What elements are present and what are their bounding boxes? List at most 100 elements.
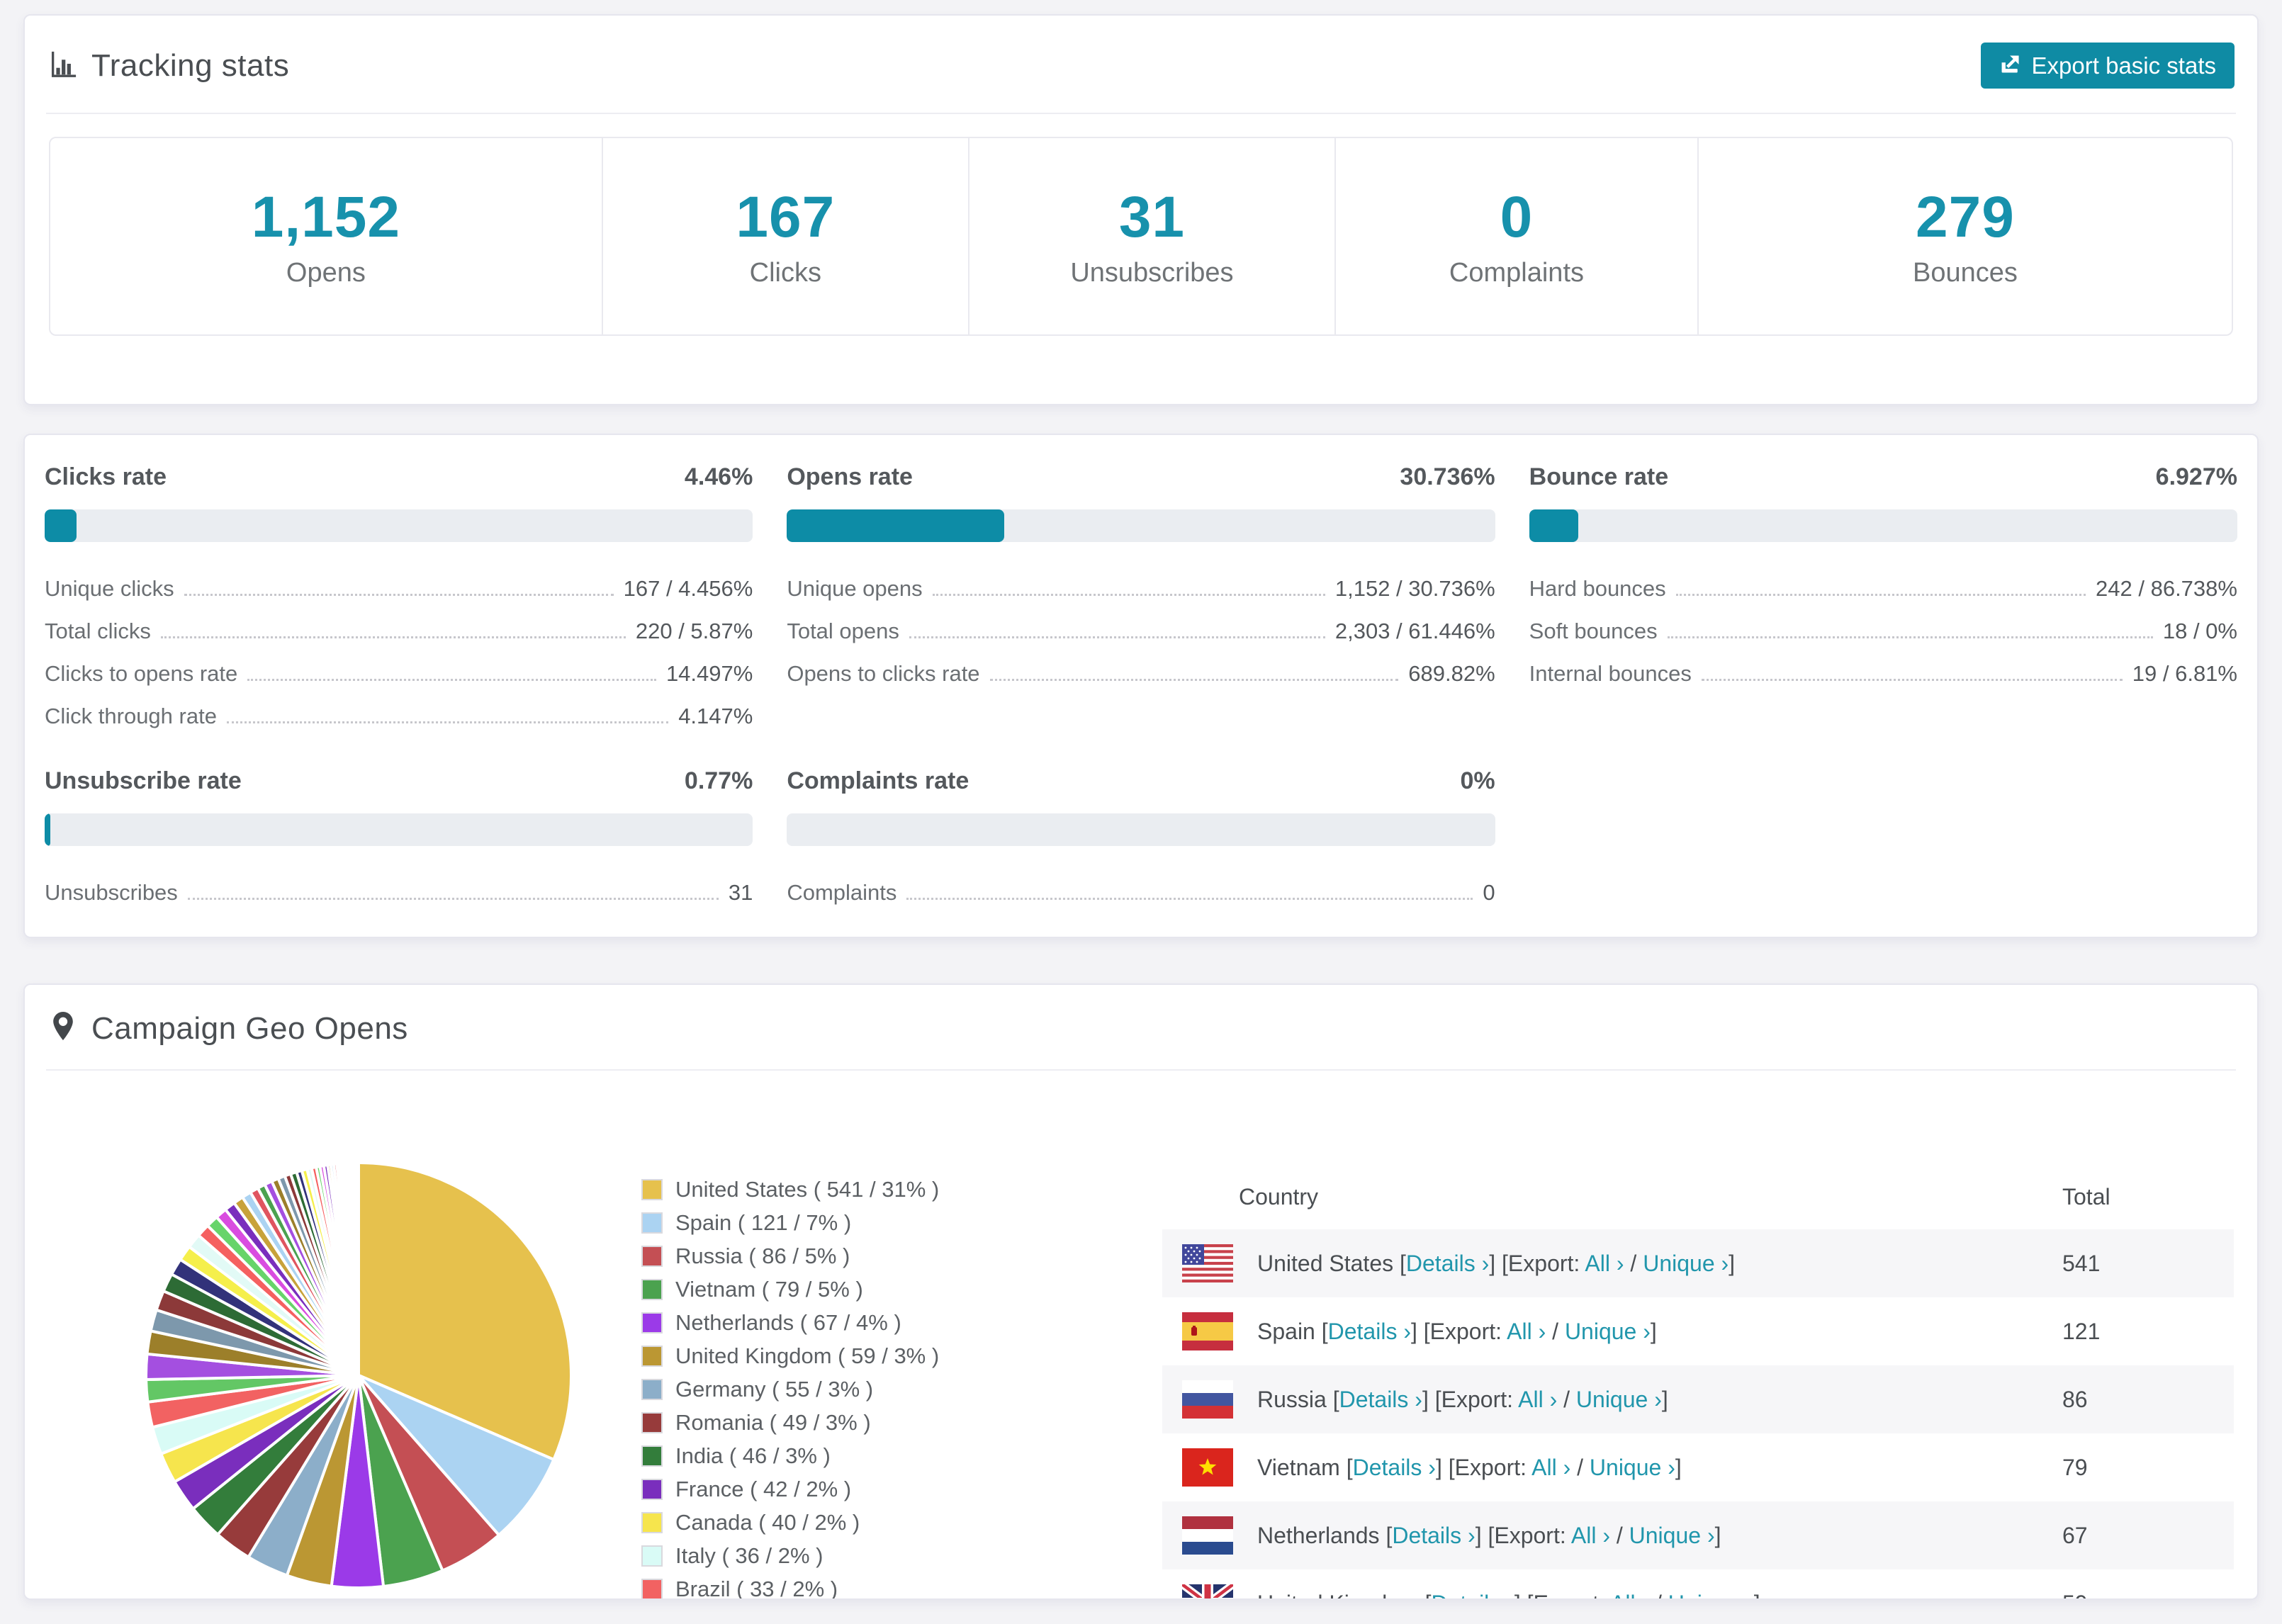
export-unique-link[interactable]: Unique ›: [1629, 1523, 1715, 1548]
list-item: Total opens 2,303 / 61.446%: [787, 619, 1495, 643]
legend-item: Vietnam ( 79 / 5% ): [641, 1277, 939, 1302]
total-value: 121: [2062, 1318, 2101, 1344]
legend-swatch: [641, 1312, 663, 1333]
total-value: 86: [2062, 1386, 2088, 1412]
legend-item: Romania ( 49 / 3% ): [641, 1410, 939, 1436]
geo-opens-pie-chart[interactable]: [125, 1141, 592, 1600]
legend-swatch: [641, 1445, 663, 1467]
list-item: Hard bounces 242 / 86.738%: [1529, 576, 2237, 601]
legend-item: Russia ( 86 / 5% ): [641, 1244, 939, 1269]
table-row: Vietnam [Details ›] [Export: All › / Uni…: [1162, 1433, 2234, 1501]
legend-item: Brazil ( 33 / 2% ): [641, 1577, 939, 1598]
tracking-stats-page: { "tracking": { "title": "Tracking stats…: [0, 0, 2282, 1624]
list-item: Unique opens 1,152 / 30.736%: [787, 576, 1495, 601]
country-name: United States: [1257, 1250, 1394, 1276]
export-unique-link[interactable]: Unique ›: [1590, 1455, 1675, 1480]
legend-item: India ( 46 / 3% ): [641, 1443, 939, 1469]
legend-swatch: [641, 1479, 663, 1500]
clicks-rate-progressbar: [45, 509, 753, 542]
stat-unsubscribes: 31 Unsubscribes: [967, 138, 1334, 334]
list-item: Unique clicks 167 / 4.456%: [45, 576, 753, 601]
tracking-stats-header: Tracking stats Export basic stats: [25, 16, 2257, 113]
pie-legend: United States ( 541 / 31% ) Spain ( 121 …: [641, 1177, 939, 1598]
details-link[interactable]: Details ›: [1406, 1251, 1489, 1276]
export-unique-link[interactable]: Unique ›: [1565, 1319, 1651, 1344]
legend-swatch: [641, 1212, 663, 1234]
country-name: Netherlands: [1257, 1522, 1380, 1548]
map-pin-icon: [50, 1010, 76, 1047]
unsubscribe-rate-progressbar: [45, 813, 753, 846]
list-item: Soft bounces 18 / 0%: [1529, 619, 2237, 643]
opens-rate-progressbar: [787, 509, 1495, 542]
list-item: Internal bounces 19 / 6.81%: [1529, 661, 2237, 686]
column-header-total: Total: [2062, 1183, 2110, 1209]
legend-swatch: [641, 1346, 663, 1367]
export-all-link[interactable]: All ›: [1507, 1319, 1546, 1344]
details-link[interactable]: Details ›: [1353, 1455, 1436, 1480]
export-all-link[interactable]: All ›: [1531, 1455, 1570, 1480]
gb-flag-icon: [1182, 1584, 1233, 1598]
legend-swatch: [641, 1379, 663, 1400]
unsubscribes-count: 31: [1118, 185, 1186, 249]
vn-flag-icon: [1182, 1448, 1233, 1487]
export-icon: [1999, 52, 2022, 79]
export-all-link[interactable]: All ›: [1585, 1251, 1624, 1276]
legend-item: Spain ( 121 / 7% ): [641, 1210, 939, 1236]
export-all-link[interactable]: All ›: [1571, 1523, 1610, 1548]
details-link[interactable]: Details ›: [1339, 1387, 1422, 1412]
page-title: Tracking stats: [91, 47, 290, 83]
legend-item: France ( 42 / 2% ): [641, 1477, 939, 1502]
legend-item: Netherlands ( 67 / 4% ): [641, 1310, 939, 1336]
us-flag-icon: [1182, 1244, 1233, 1282]
table-row: United States [Details ›] [Export: All ›…: [1162, 1229, 2234, 1297]
country-name: Russia: [1257, 1386, 1327, 1412]
export-all-link[interactable]: All ›: [1518, 1387, 1557, 1412]
geo-title: Campaign Geo Opens: [91, 1010, 408, 1046]
export-unique-link[interactable]: Unique ›: [1576, 1387, 1662, 1412]
opens-count: 1,152: [251, 185, 400, 249]
details-link[interactable]: Details ›: [1328, 1319, 1411, 1344]
bar-chart-icon: [47, 49, 77, 82]
legend-item: Germany ( 55 / 3% ): [641, 1377, 939, 1402]
header-divider: [46, 113, 2236, 114]
table-row: Russia [Details ›] [Export: All › / Uniq…: [1162, 1365, 2234, 1433]
country-name: United Kingdom: [1257, 1591, 1419, 1599]
geo-header: Campaign Geo Opens: [25, 985, 2257, 1069]
rates-card: Clicks rate 4.46% Unique clicks 167 / 4.4…: [23, 434, 2259, 938]
legend-swatch: [641, 1246, 663, 1267]
legend-item: Italy ( 36 / 2% ): [641, 1543, 939, 1569]
stat-opens: 1,152 Opens: [251, 185, 400, 288]
bounce-rate-progressbar: [1529, 509, 2237, 542]
details-link[interactable]: Details ›: [1392, 1523, 1475, 1548]
legend-swatch: [641, 1512, 663, 1533]
list-item: Opens to clicks rate 689.82%: [787, 661, 1495, 686]
stat-clicks: 167 Clicks: [601, 138, 968, 334]
legend-swatch: [641, 1279, 663, 1300]
legend-item: United States ( 541 / 31% ): [641, 1177, 939, 1202]
total-value: 79: [2062, 1454, 2088, 1480]
bounces-count: 279: [1916, 185, 2015, 249]
es-flag-icon: [1182, 1312, 1233, 1350]
table-row: Spain [Details ›] [Export: All › / Uniqu…: [1162, 1297, 2234, 1365]
country-name: Vietnam: [1257, 1454, 1340, 1480]
export-unique-link[interactable]: Unique ›: [1643, 1251, 1729, 1276]
details-link[interactable]: Details ›: [1431, 1591, 1514, 1599]
list-item: Click through rate 4.147%: [45, 704, 753, 728]
export-basic-stats-button[interactable]: Export basic stats: [1980, 43, 2235, 89]
country-name: Spain: [1257, 1318, 1315, 1344]
clicks-rate-panel: Clicks rate 4.46% Unique clicks 167 / 4.4…: [45, 463, 753, 733]
campaign-geo-opens-card: Campaign Geo Opens United States ( 541 /…: [23, 983, 2259, 1600]
complaints-rate-panel: Complaints rate 0% Complaints 0: [787, 767, 1495, 910]
legend-swatch: [641, 1579, 663, 1598]
total-value: 59: [2062, 1591, 2234, 1599]
unsubscribe-rate-panel: Unsubscribe rate 0.77% Unsubscribes 31: [45, 767, 753, 910]
tracking-stats-card: Tracking stats Export basic stats 1,152 …: [23, 14, 2259, 405]
total-value: 541: [2062, 1250, 2101, 1276]
complaints-rate-progressbar: [787, 813, 1495, 846]
export-unique-link[interactable]: Unique ›: [1668, 1591, 1754, 1599]
column-header-country: Country: [1239, 1183, 1319, 1209]
stat-complaints: 0 Complaints: [1334, 138, 1697, 334]
export-all-link[interactable]: All ›: [1610, 1591, 1649, 1599]
legend-item: United Kingdom ( 59 / 3% ): [641, 1343, 939, 1369]
legend-swatch: [641, 1412, 663, 1433]
